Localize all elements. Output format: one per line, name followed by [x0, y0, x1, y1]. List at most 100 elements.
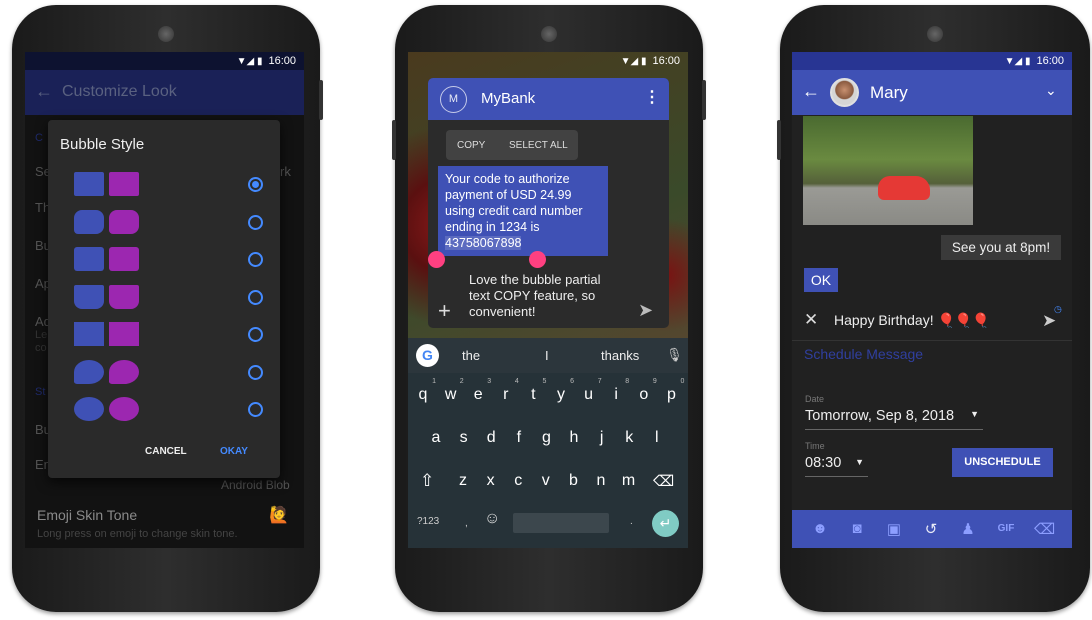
radio-button[interactable]	[248, 289, 263, 305]
unschedule-button[interactable]: UNSCHEDULE	[952, 448, 1053, 477]
bubble-style-option[interactable]	[48, 209, 280, 238]
bubble-style-option[interactable]	[48, 359, 280, 388]
key-c[interactable]: c	[505, 472, 531, 490]
photo-message[interactable]	[803, 116, 973, 225]
status-time: 16:00	[268, 55, 296, 67]
key-b[interactable]: b	[560, 472, 586, 490]
key-i[interactable]: i8	[603, 378, 629, 404]
key-d[interactable]: d	[478, 429, 504, 447]
compose-input[interactable]: Happy Birthday! 🎈🎈🎈	[834, 312, 990, 329]
cancel-button[interactable]: CANCEL	[145, 446, 187, 457]
contact-avatar[interactable]	[830, 78, 859, 107]
key-g[interactable]: g	[533, 429, 559, 447]
back-arrow-icon[interactable]: ←	[35, 81, 53, 102]
select-all-button[interactable]: SELECT ALL	[509, 140, 568, 151]
suggestion[interactable]: thanks	[601, 348, 639, 363]
backspace-key-icon[interactable]: ⌫	[653, 472, 674, 490]
key-x[interactable]: x	[478, 472, 504, 490]
incoming-bubble-preview	[74, 322, 104, 346]
symbols-key[interactable]: ?123	[417, 516, 439, 527]
radio-button[interactable]	[248, 327, 263, 342]
key-e[interactable]: e3	[465, 378, 491, 404]
key-y[interactable]: y6	[548, 378, 574, 404]
suggestion[interactable]: I	[545, 348, 549, 363]
back-arrow-icon[interactable]: ←	[802, 81, 820, 102]
contact-icon[interactable]: ♟	[958, 520, 978, 538]
key-m[interactable]: m	[616, 472, 642, 490]
key-s[interactable]: s	[451, 429, 477, 447]
side-button	[392, 120, 396, 160]
emoji-icon[interactable]: ☻	[810, 520, 830, 537]
wifi-signal-icon: ▼◢ ▮	[1004, 56, 1031, 67]
radio-button[interactable]	[248, 177, 263, 192]
incoming-bubble-preview	[74, 247, 104, 271]
bg-fragment: St	[35, 386, 46, 398]
number-hint: 3	[487, 378, 492, 385]
key-v[interactable]: v	[533, 472, 559, 490]
space-bar[interactable]	[513, 513, 609, 533]
bubble-style-option[interactable]	[48, 322, 280, 350]
outgoing-message-bubble[interactable]: See you at 8pm!	[941, 235, 1061, 260]
side-button	[702, 80, 706, 120]
suggestion[interactable]: the	[462, 348, 480, 363]
radio-button[interactable]	[248, 252, 263, 267]
shift-key-icon[interactable]: ⇧	[420, 471, 434, 491]
backspace-icon[interactable]: ⌫	[1034, 520, 1055, 538]
key-w[interactable]: w2	[438, 378, 464, 404]
period-key[interactable]: .	[630, 516, 633, 527]
quick-reply-popup: M MyBank ⋮ COPY SELECT ALL Your code to …	[428, 78, 669, 328]
google-g-icon[interactable]: G	[416, 344, 439, 367]
key-r[interactable]: r4	[493, 378, 519, 404]
radio-button[interactable]	[248, 214, 263, 230]
emoji-skin-tone-setting[interactable]: Emoji Skin Tone Long press on emoji to c…	[25, 497, 304, 548]
key-l[interactable]: l	[644, 429, 670, 447]
bubble-style-option[interactable]	[48, 284, 280, 313]
key-a[interactable]: a	[423, 429, 449, 447]
contact-avatar: M	[440, 86, 467, 113]
okay-button[interactable]: OKAY	[220, 446, 248, 457]
message-bubble[interactable]: Your code to authorize payment of USD 24…	[438, 166, 608, 256]
comma-key[interactable]: ,	[465, 518, 468, 529]
enter-key-icon[interactable]: ↵	[652, 510, 679, 537]
number-hint: 5	[542, 378, 547, 385]
send-icon[interactable]: ➤	[638, 300, 653, 321]
key-z[interactable]: z	[450, 472, 476, 490]
key-t[interactable]: t5	[520, 378, 546, 404]
copy-button[interactable]: COPY	[457, 140, 485, 151]
key-k[interactable]: k	[616, 429, 642, 447]
bubble-style-option[interactable]	[48, 397, 280, 425]
number-hint: 8	[625, 378, 630, 385]
key-h[interactable]: h	[561, 429, 587, 447]
outgoing-bubble-preview	[109, 322, 139, 346]
schedule-history-icon[interactable]: ↺	[921, 520, 941, 538]
bubble-style-option[interactable]	[48, 247, 280, 275]
selection-handle-start[interactable]	[428, 251, 445, 268]
close-icon[interactable]: ✕	[804, 310, 818, 330]
incoming-message-bubble[interactable]: OK	[804, 268, 838, 292]
bubble-style-option[interactable]	[48, 172, 280, 200]
gif-button[interactable]: GIF	[992, 523, 1020, 534]
key-f[interactable]: f	[506, 429, 532, 447]
key-q[interactable]: q1	[410, 378, 436, 404]
gallery-icon[interactable]: ▣	[884, 520, 904, 538]
camera-icon[interactable]: ◙	[847, 520, 867, 537]
more-options-icon[interactable]: ⋮	[644, 87, 660, 107]
key-u[interactable]: u7	[576, 378, 601, 404]
chevron-down-icon[interactable]: ⌄	[1045, 82, 1057, 99]
key-n[interactable]: n	[588, 472, 614, 490]
microphone-icon[interactable]: 🎙	[666, 347, 683, 363]
time-label: Time	[805, 441, 825, 451]
key-p[interactable]: p0	[658, 378, 684, 404]
date-dropdown[interactable]: Tomorrow, Sep 8, 2018 ▼	[805, 407, 983, 430]
screen-quick-reply: ▼◢ ▮ 16:00 M MyBank ⋮ COPY SELECT ALL You…	[408, 52, 688, 548]
add-attachment-icon[interactable]: +	[438, 298, 451, 324]
radio-button[interactable]	[248, 402, 263, 417]
outgoing-bubble-preview	[109, 284, 139, 309]
radio-button[interactable]	[248, 364, 263, 380]
key-j[interactable]: j	[589, 429, 615, 447]
time-dropdown[interactable]: 08:30 ▼	[805, 454, 868, 477]
key-o[interactable]: o9	[631, 378, 656, 404]
emoji-key-icon[interactable]: ☺	[484, 510, 500, 528]
selection-handle-end[interactable]	[529, 251, 546, 268]
reply-input[interactable]: Love the bubble partial text COPY featur…	[469, 272, 619, 320]
